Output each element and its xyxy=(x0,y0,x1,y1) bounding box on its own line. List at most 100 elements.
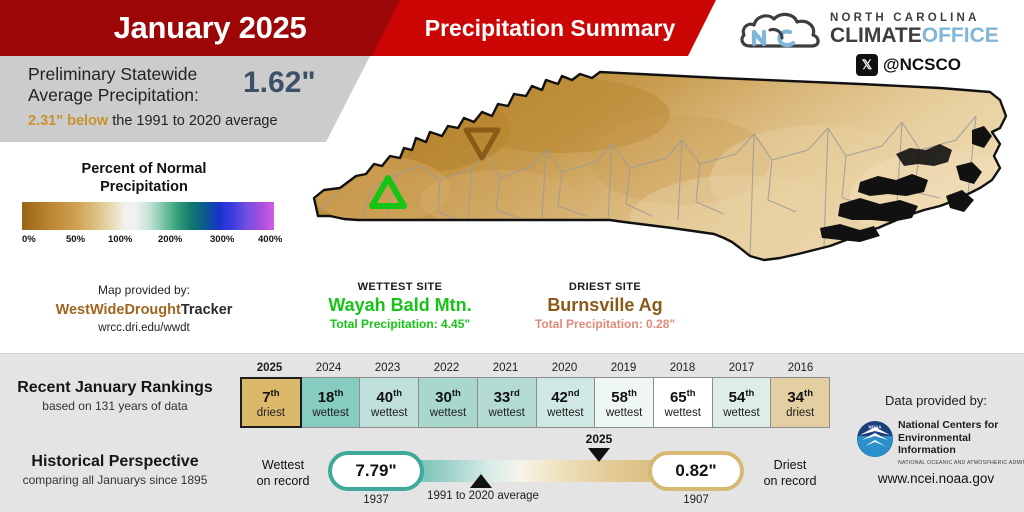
rankings-year-header-row: 2025 2024 2023 2022 2021 2020 2019 2018 2017 2016 xyxy=(240,360,830,377)
data-provider-block: Data provided by: NOAA National Centers … xyxy=(848,392,1024,487)
ranking-number-2022: 30th xyxy=(435,387,461,406)
current-year-marker-triangle-icon xyxy=(588,448,610,462)
driest-site-callout: DRIEST SITE Burnsville Ag Total Precipit… xyxy=(480,280,730,332)
ranking-cell-2020: 42nd wettest xyxy=(536,377,596,428)
historical-title: Historical Perspective xyxy=(31,453,199,470)
ranking-cell-2017: 54th wettest xyxy=(712,377,772,428)
ranking-cell-2018: 65th wettest xyxy=(653,377,713,428)
rankings-year-2021: 2021 xyxy=(492,362,519,374)
rankings-title: Recent January Rankings xyxy=(17,379,213,396)
ranking-word-2024: wettest xyxy=(312,406,349,419)
rankings-year-2020: 2020 xyxy=(551,362,578,374)
map-provider-name: WestWideDroughtTracker xyxy=(14,302,274,318)
logo-north-carolina-line: NORTH CAROLINA xyxy=(830,12,980,24)
ranking-word-2017: wettest xyxy=(723,406,760,419)
rankings-year-2022: 2022 xyxy=(433,362,460,374)
section-divider xyxy=(0,353,1024,354)
ncei-line1: National Centers for xyxy=(898,419,999,431)
page-title-summary: Precipitation Summary xyxy=(424,15,676,41)
colorbar-tick-4: 300% xyxy=(210,234,235,245)
ranking-cell-2022: 30th wettest xyxy=(419,377,478,428)
ranking-word-2020: wettest xyxy=(547,406,584,419)
legend-title: Percent of Normal Precipitation xyxy=(14,160,274,196)
logo-climate-text: CLIMATE xyxy=(830,24,922,47)
noaa-seal-icon: NOAA xyxy=(857,421,893,457)
average-marker-label: 1991 to 2020 average xyxy=(427,490,539,502)
wettest-on-record-line2: on record xyxy=(256,474,310,488)
driest-site-caption: DRIEST SITE xyxy=(568,281,642,293)
statewide-average-label-line1: Preliminary Statewide xyxy=(28,64,198,84)
wettest-on-record-value: 7.79" xyxy=(328,451,424,491)
provider-name-brown: WestWideDrought xyxy=(55,302,181,318)
data-provided-by-label: Data provided by: xyxy=(885,393,987,408)
infographic-root: January 2025 Precipitation Summary NORTH… xyxy=(0,0,1024,512)
ranking-number-2018: 65th xyxy=(669,387,696,406)
rankings-subtitle: based on 131 years of data xyxy=(42,399,188,413)
recent-january-rankings-table: 2025 2024 2023 2022 2021 2020 2019 2018 2017 2016… xyxy=(240,360,831,428)
driest-on-record-label: Driest on record xyxy=(748,457,832,489)
ranking-number-2020: 42nd xyxy=(551,387,580,406)
driest-on-record-line1: Driest xyxy=(773,458,807,472)
rankings-year-2017: 2017 xyxy=(728,362,755,374)
statewide-average-label-line2: Average Precipitation: xyxy=(28,85,199,105)
rankings-year-2018: 2018 xyxy=(669,362,696,374)
ncei-line2: Environmental Information xyxy=(898,431,971,457)
ranking-number-2017: 54th xyxy=(728,387,755,406)
cloud-nc-icon xyxy=(740,12,820,48)
wettest-on-record-line1: Wettest xyxy=(261,458,305,472)
ranking-word-2019: wettest xyxy=(605,406,643,419)
driest-on-record-value: 0.82" xyxy=(648,451,744,491)
noaa-logo-row: NOAA National Centers for Environmental … xyxy=(848,419,1024,466)
ranking-cell-2021: 33rd wettest xyxy=(477,377,537,428)
historical-subtitle: comparing all Januarys since 1895 xyxy=(22,473,208,487)
provider-name-dark: Tracker xyxy=(180,302,233,318)
ranking-number-2019: 58th xyxy=(611,387,637,406)
rankings-year-2025: 2025 xyxy=(256,362,283,374)
map-provider-url[interactable]: wrcc.dri.edu/wwdt xyxy=(14,322,274,334)
average-marker-triangle-icon xyxy=(470,474,492,488)
colorbar-tick-2: 100% xyxy=(108,234,133,245)
ranking-number-2025: 7th xyxy=(262,387,280,406)
rankings-year-2016: 2016 xyxy=(787,362,814,374)
ranking-cell-2019: 58th wettest xyxy=(595,377,654,428)
driest-site-name: Burnsville Ag xyxy=(547,295,663,315)
rankings-year-2023: 2023 xyxy=(374,362,401,374)
nc-climate-office-logo: NORTH CAROLINA CLIMATEOFFICE 𝕏 @NCSCO xyxy=(738,6,1020,78)
rankings-year-2024: 2024 xyxy=(315,362,342,374)
colorbar-tick-1: 50% xyxy=(66,234,86,245)
ranking-number-2024: 18th xyxy=(317,387,344,406)
wettest-on-record-year: 1937 xyxy=(363,494,389,506)
ranking-word-2023: wettest xyxy=(371,406,408,419)
rankings-value-row: 7th driest 18th wettest 40th wettest 30th wette… xyxy=(240,377,831,428)
rankings-year-2019: 2019 xyxy=(610,362,637,374)
ranking-cell-2023: 40th wettest xyxy=(360,377,420,428)
svg-text:NOAA: NOAA xyxy=(869,425,883,430)
ranking-number-2023: 40th xyxy=(376,387,403,406)
nc-map-svg xyxy=(312,70,1008,262)
ranking-cell-2016: 34th driest xyxy=(771,377,831,428)
colorbar-tick-3: 200% xyxy=(158,234,183,245)
logo-office-text: OFFICE xyxy=(921,24,999,47)
legend-title-line1: Percent of Normal xyxy=(81,161,207,177)
driest-site-total: Total Precipitation: 0.28" xyxy=(534,317,676,331)
driest-on-record-line2: on record xyxy=(763,474,817,488)
ranking-word-2021: wettest xyxy=(488,406,525,419)
departure-period-text: the 1991 to 2020 average xyxy=(108,113,278,129)
ranking-number-2021: 33rd xyxy=(493,387,520,406)
page-title-month: January 2025 xyxy=(113,10,307,45)
logo-wordmark: NORTH CAROLINA CLIMATEOFFICE xyxy=(830,11,1020,47)
ranking-word-2025: driest xyxy=(256,406,285,419)
ranking-word-2022: wettest xyxy=(429,406,467,419)
legend-title-line2: Precipitation xyxy=(100,179,188,195)
wettest-on-record-label: Wettest on record xyxy=(240,457,326,489)
colorbar-tick-labels: 0% 50% 100% 200% 300% 400% xyxy=(0,234,300,248)
historical-perspective-scale: Wettest on record 7.79" 1937 1991 to 202… xyxy=(240,432,832,506)
ranking-cell-2025: 7th driest xyxy=(240,377,302,428)
noaa-agency-text: National Centers for Environmental Infor… xyxy=(898,419,1024,467)
departure-amount: 2.31" below xyxy=(28,113,109,129)
map-precipitation-raster xyxy=(314,72,1006,260)
ncei-line3: NATIONAL OCEANIC AND ATMOSPHERIC ADMINIS… xyxy=(898,459,1024,466)
ncei-url[interactable]: www.ncei.noaa.gov xyxy=(848,470,1024,487)
colorbar-tick-0: 0% xyxy=(22,234,36,245)
statewide-average-label: Preliminary Statewide Average Precipitat… xyxy=(28,64,258,106)
